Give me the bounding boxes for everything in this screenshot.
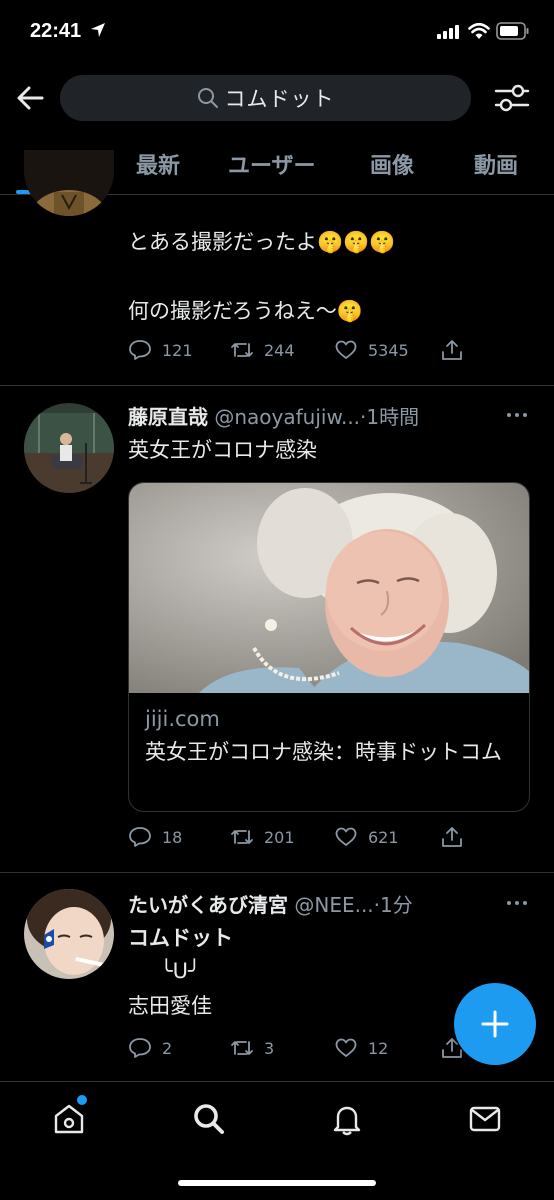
author-handle: @NEE... [294,893,374,917]
tweet-divider [0,872,554,873]
reply-count: 2 [162,1038,173,1058]
reply-button[interactable]: 121 [128,338,193,362]
share-button[interactable] [440,338,464,362]
home-notification-dot [77,1095,87,1105]
compose-button[interactable] [454,983,536,1065]
tweet-time: ·1分 [373,893,413,917]
like-icon [335,340,357,359]
more-icon[interactable] [505,411,529,419]
tweet-time: ·1時間 [360,405,420,429]
tweet-text: 英女王がコロナ感染 [128,438,317,462]
tab-latest[interactable]: 最新 [136,148,180,180]
tweet-actions: 18 201 621 [128,825,468,853]
home-indicator [178,1180,376,1186]
search-input[interactable]: コムドット [60,75,471,121]
wifi-icon [468,22,490,39]
tweet-text-line: 何の撮影だろうねえ〜🤫 [128,299,363,323]
like-button[interactable]: 5345 [334,338,409,362]
tweet-actions: 121 244 5345 [128,338,468,366]
tweet-text-bold: コムドット [128,926,233,950]
share-button[interactable] [440,825,464,849]
retweet-button[interactable]: 3 [230,1036,274,1060]
retweet-count: 244 [264,340,295,360]
search-icon [197,88,218,108]
status-bar: 22:41 [0,0,554,66]
tweet-text: 志田愛佳 [128,994,212,1018]
home-icon[interactable] [52,1102,86,1136]
retweet-icon [231,830,253,844]
location-arrow-icon [91,23,105,37]
cellular-signal-icon [437,25,459,39]
like-count: 5345 [368,340,409,360]
author-handle: @naoyafujiw... [214,405,361,429]
avatar[interactable] [24,403,114,493]
card-image [129,483,529,693]
tweet-text-line: とある撮影だったよ🤫🤫🤫 [128,230,396,254]
tweet-actions: 2 3 12 [128,1036,468,1064]
status-time: 22:41 [30,20,82,42]
reply-button[interactable]: 2 [128,1036,172,1060]
author-name[interactable]: たいがくあび清宮 [128,893,288,917]
notifications-icon[interactable] [330,1102,364,1136]
like-icon [335,1038,357,1057]
back-arrow-icon[interactable] [14,82,46,114]
retweet-button[interactable]: 244 [230,338,295,362]
messages-icon[interactable] [468,1102,502,1136]
tab-videos[interactable]: 動画 [474,148,518,180]
more-icon[interactable] [505,899,529,907]
reply-icon [129,340,151,360]
tweet-kaomoji: ╰U╯ [160,959,201,983]
like-count: 621 [368,827,399,847]
explore-icon[interactable] [192,1102,226,1136]
link-card[interactable]: jiji.com 英女王がコロナ感染：時事ドットコム [128,482,530,812]
search-query: コムドット [224,87,335,111]
author-name[interactable]: 藤原直哉 [128,405,208,429]
reply-icon [129,827,151,847]
reply-button[interactable]: 18 [128,825,182,849]
share-icon [442,340,462,360]
reply-icon [129,1038,151,1058]
avatar[interactable] [24,150,114,216]
like-button[interactable]: 12 [334,1036,388,1060]
card-domain: jiji.com [145,707,220,731]
retweet-icon [231,1041,253,1055]
tab-photos[interactable]: 画像 [370,148,414,180]
retweet-button[interactable]: 201 [230,825,295,849]
avatar[interactable] [24,889,114,979]
like-count: 12 [368,1038,389,1058]
like-button[interactable]: 621 [334,825,399,849]
search-header: コムドット [0,72,554,124]
compose-icon [481,1010,509,1038]
tweet-header: 藤原直哉 @naoyafujiw...·1時間 [128,401,419,430]
filter-icon[interactable] [494,82,530,114]
reply-count: 18 [162,827,183,847]
tweet-header: たいがくあび清宮 @NEE...·1分 [128,889,413,918]
share-icon [442,827,462,847]
card-title: 英女王がコロナ感染：時事ドットコム [145,740,502,764]
tweet-divider [0,385,554,386]
reply-count: 121 [162,340,193,360]
like-icon [335,827,357,846]
battery-icon [496,22,529,40]
tab-people[interactable]: ユーザー [228,148,316,180]
retweet-icon [231,343,253,357]
retweet-count: 3 [264,1038,275,1058]
retweet-count: 201 [264,827,295,847]
